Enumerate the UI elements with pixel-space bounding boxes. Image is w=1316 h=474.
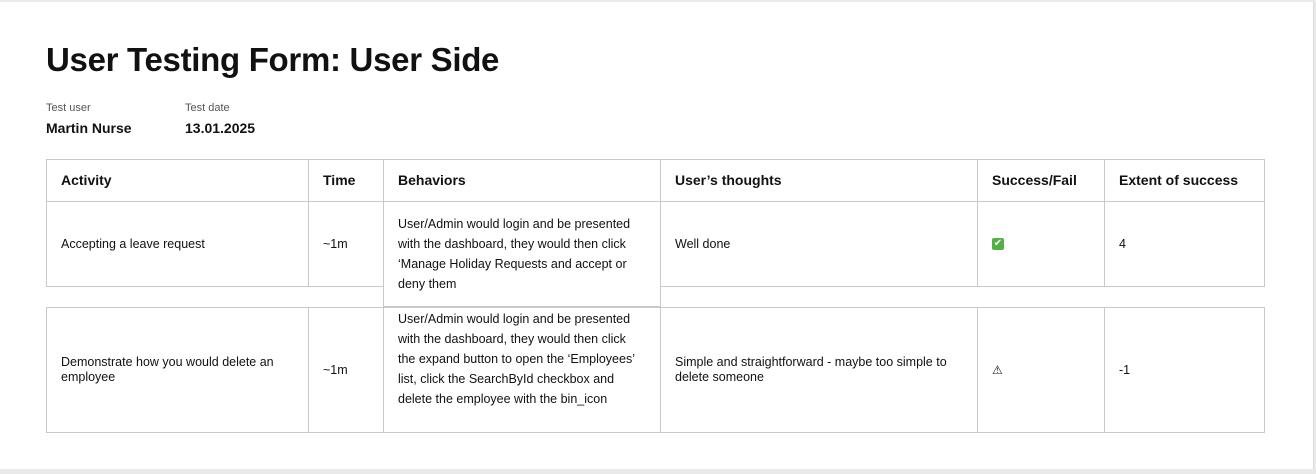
cell-behaviors: User/Admin would login and be presented … <box>383 307 661 433</box>
test-user-block: Test user Martin Nurse <box>46 102 132 136</box>
warning-icon: ⚠ <box>992 362 1003 377</box>
test-date-block: Test date 13.01.2025 <box>185 102 255 136</box>
header-users-thoughts: User’s thoughts <box>660 159 978 202</box>
header-success-fail: Success/Fail <box>977 159 1105 202</box>
test-user-label: Test user <box>46 102 91 114</box>
cell-extent-of-success: -1 <box>1104 307 1265 433</box>
cell-success-fail: ⚠ <box>977 307 1105 433</box>
header-extent-of-success: Extent of success <box>1104 159 1265 202</box>
header-time: Time <box>308 159 384 202</box>
cell-activity: Accepting a leave request <box>46 201 309 287</box>
cell-users-thoughts: Well done <box>660 201 978 287</box>
test-user-value: Martin Nurse <box>46 120 132 136</box>
cell-behaviors: User/Admin would login and be presented … <box>383 201 661 307</box>
test-date-value: 13.01.2025 <box>185 120 256 136</box>
cell-extent-of-success: 4 <box>1104 201 1265 287</box>
test-date-label: Test date <box>185 102 230 114</box>
page-title: User Testing Form: User Side <box>46 41 500 78</box>
header-behaviors: Behaviors <box>383 159 661 202</box>
cell-time: ~1m <box>308 307 384 433</box>
cell-activity: Demonstrate how you would delete an empl… <box>46 307 309 433</box>
document-page: User Testing Form: User Side Test user M… <box>0 2 1314 469</box>
cell-users-thoughts: Simple and straightforward - maybe too s… <box>660 307 978 433</box>
cell-time: ~1m <box>308 201 384 287</box>
check-mark-icon: ✔ <box>992 238 1004 250</box>
header-activity: Activity <box>46 159 309 202</box>
cell-success-fail: ✔ <box>977 201 1105 287</box>
